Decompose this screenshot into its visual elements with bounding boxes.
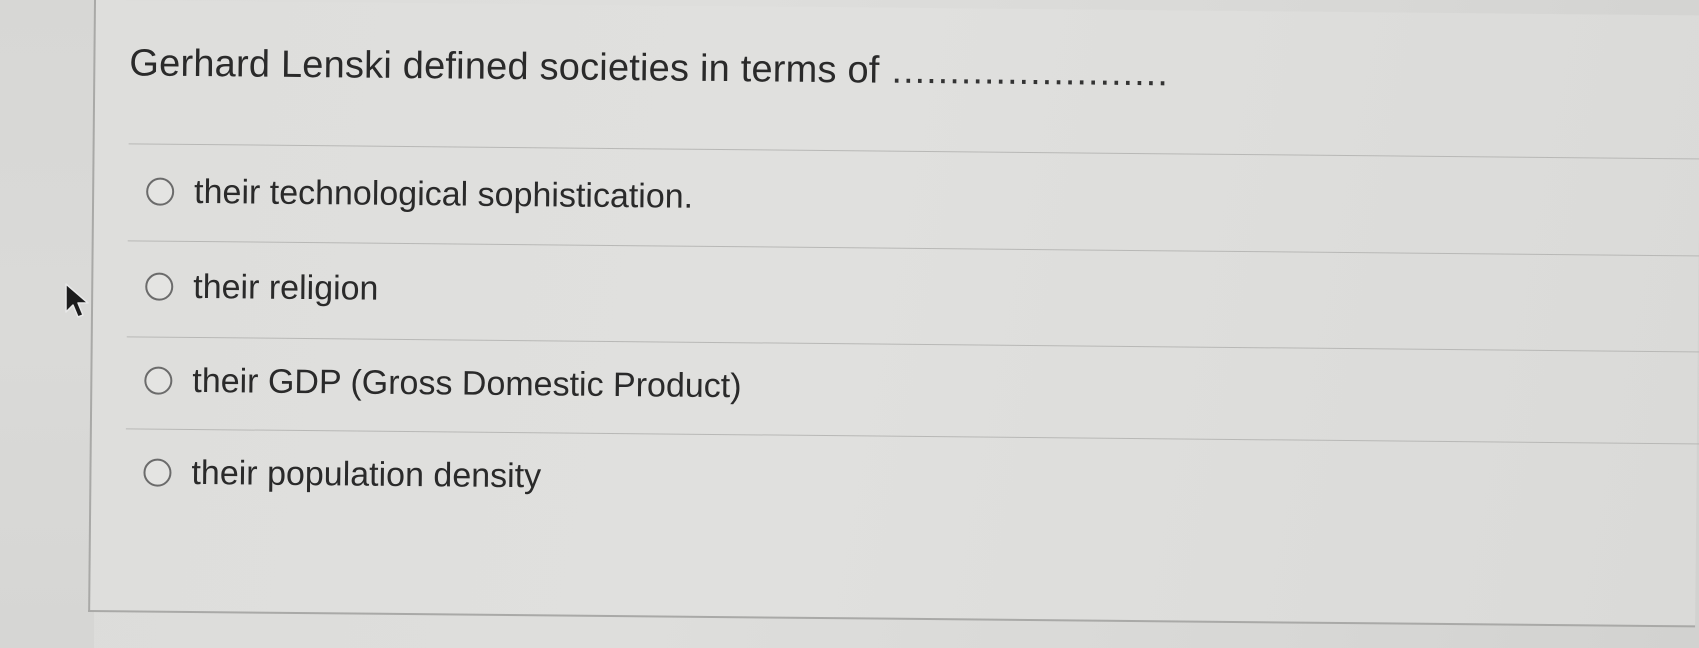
- radio-unselected-icon[interactable]: [145, 272, 174, 301]
- radio-unselected-icon[interactable]: [146, 177, 175, 206]
- mouse-pointer-icon: [65, 283, 89, 318]
- option-religion[interactable]: their religion: [145, 265, 379, 311]
- option-label: their GDP (Gross Domestic Product): [192, 361, 742, 405]
- question-blank: ........................: [891, 49, 1170, 95]
- divider: [127, 240, 1699, 257]
- radio-unselected-icon[interactable]: [144, 366, 173, 395]
- question-prompt: Gerhard Lenski defined societies in term…: [129, 42, 880, 92]
- divider: [125, 428, 1699, 445]
- question-panel: Gerhard Lenski defined societies in term…: [88, 0, 1699, 628]
- left-margin: [0, 0, 94, 648]
- option-gdp[interactable]: their GDP (Gross Domestic Product): [144, 359, 742, 409]
- divider: [128, 143, 1699, 160]
- option-population-density[interactable]: their population density: [143, 450, 541, 498]
- radio-unselected-icon[interactable]: [143, 458, 172, 487]
- divider: [126, 336, 1699, 353]
- question-text: Gerhard Lenski defined societies in term…: [129, 42, 1169, 95]
- screen: Gerhard Lenski defined societies in term…: [0, 0, 1699, 648]
- option-label: their technological sophistication.: [193, 172, 694, 216]
- option-label: their religion: [193, 267, 379, 308]
- option-technological-sophistication[interactable]: their technological sophistication.: [146, 170, 693, 219]
- option-label: their population density: [191, 453, 542, 495]
